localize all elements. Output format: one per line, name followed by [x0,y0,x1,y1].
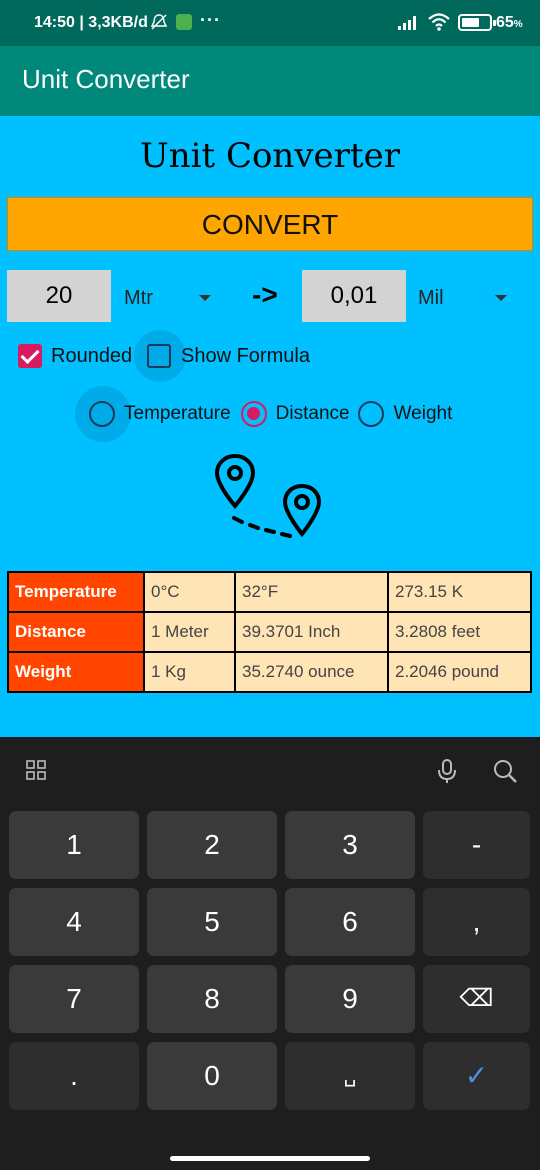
table-cell: 273.15 K [387,571,532,613]
chevron-down-icon [199,295,211,301]
show-formula-checkbox[interactable] [147,344,171,368]
key-9[interactable]: 9 [285,965,415,1033]
show-formula-option[interactable]: Show Formula [147,344,310,368]
key-4[interactable]: 4 [9,888,139,956]
rounded-checkbox[interactable] [18,344,42,368]
chevron-down-icon [495,295,507,301]
key-3[interactable]: 3 [285,811,415,879]
key-5[interactable]: 5 [147,888,277,956]
key-1[interactable]: 1 [9,811,139,879]
table-cell: 1 Meter [143,611,236,653]
to-value-output[interactable]: 0,01 [302,270,406,322]
table-cell: 0°C [143,571,236,613]
table-cell: 32°F [234,571,389,613]
weight-radio[interactable] [357,401,384,427]
mute-notification-icon [150,14,168,30]
convert-button[interactable]: CONVERT [7,197,533,251]
table-cell: 1 Kg [143,651,236,693]
apps-grid-icon[interactable] [26,760,46,780]
backspace-icon[interactable]: ⌫ [423,965,530,1033]
key-2[interactable]: 2 [147,811,277,879]
app-notification-icon [176,14,192,30]
show-formula-label: Show Formula [181,344,310,367]
to-unit-label: Mil [418,287,444,309]
weight-radio-label: Weight [393,403,453,424]
temperature-radio-label: Temperature [124,403,231,424]
distance-radio-label: Distance [275,403,350,424]
map-pins-route-icon [214,453,322,538]
table-row: Weight 1 Kg 35.2740 ounce 2.2046 pound [7,651,532,693]
category-radio-group: Temperature Distance Weight [89,401,452,427]
battery-level [462,18,479,27]
rounded-label: Rounded [51,344,133,367]
app-bar: Unit Converter [0,46,540,116]
key-0[interactable]: 0 [147,1042,277,1110]
battery-percentage: 65% [496,14,523,31]
key-8[interactable]: 8 [147,965,277,1033]
from-unit-select[interactable]: Mtr [124,270,224,322]
status-time: 14:50 | 3,3KB/d [34,14,148,31]
table-row: Distance 1 Meter 39.3701 Inch 3.2808 fee… [7,611,532,653]
microphone-icon[interactable] [436,758,458,784]
conversion-arrow: -> [252,279,278,310]
more-notifications-icon: ··· [200,10,221,30]
key-6[interactable]: 6 [285,888,415,956]
table-row-header: Distance [7,611,145,653]
from-unit-label: Mtr [124,287,153,309]
key-period[interactable]: . [9,1042,139,1110]
key-comma[interactable]: , [423,888,530,956]
search-icon[interactable] [492,758,518,784]
from-value-input[interactable]: 20 [7,270,111,322]
home-indicator[interactable] [170,1156,370,1161]
key-minus[interactable]: - [423,811,530,879]
numeric-keyboard: 1 2 3 - 4 5 6 , 7 8 9 ⌫ . 0 ␣ ✓ [0,737,540,1170]
signal-icon [398,16,416,30]
space-key[interactable]: ␣ [285,1042,415,1110]
table-cell: 3.2808 feet [387,611,532,653]
done-check-icon[interactable]: ✓ [423,1042,530,1110]
key-7[interactable]: 7 [9,965,139,1033]
battery-icon [458,14,496,31]
table-row-header: Weight [7,651,145,693]
table-cell: 2.2046 pound [387,651,532,693]
app-bar-title: Unit Converter [22,64,190,94]
table-cell: 39.3701 Inch [234,611,389,653]
temperature-radio[interactable] [89,401,115,427]
table-cell: 35.2740 ounce [234,651,389,693]
table-row-header: Temperature [7,571,145,613]
table-row: Temperature 0°C 32°F 273.15 K [7,571,532,613]
reference-table: Temperature 0°C 32°F 273.15 K Distance 1… [7,571,532,693]
rounded-option[interactable]: Rounded [18,344,132,368]
page-title: Unit Converter [140,136,400,176]
to-unit-select[interactable]: Mil [418,270,518,322]
wifi-icon [428,13,450,31]
status-bar: 14:50 | 3,3KB/d ··· 65% [0,0,540,46]
distance-radio[interactable] [240,401,267,427]
